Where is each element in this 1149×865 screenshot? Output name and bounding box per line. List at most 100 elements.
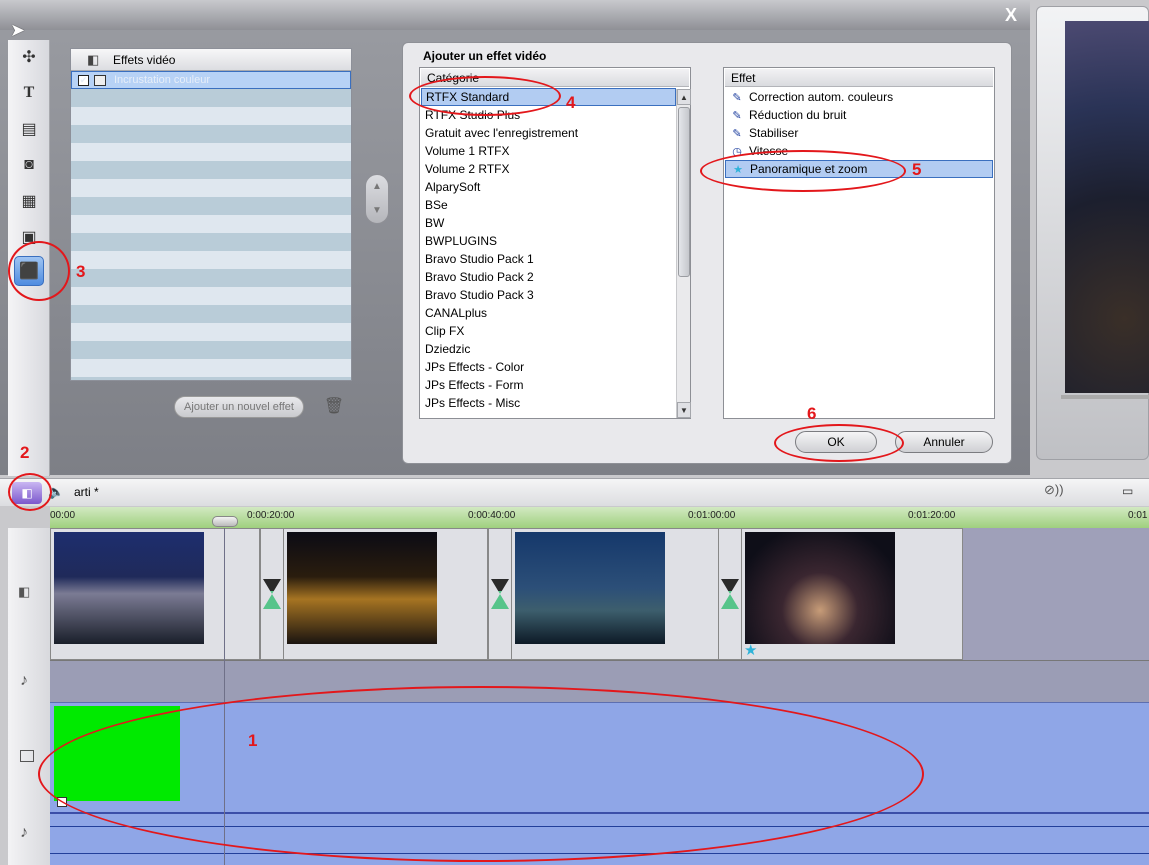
ruler-label: 0:01:00:00 — [688, 510, 736, 521]
category-item[interactable]: AlparySoft — [421, 178, 676, 196]
scroll-thumb[interactable] — [678, 107, 690, 277]
up-arrow-icon[interactable]: ▲ — [366, 175, 388, 199]
annotation-number: 1 — [248, 731, 258, 750]
video-clip[interactable] — [511, 528, 719, 660]
effect-item-label: Incrustation couleur — [114, 74, 210, 86]
annotation-number: 6 — [807, 404, 817, 423]
effect-item-label: Correction autom. couleurs — [749, 90, 894, 104]
category-list: RTFX Standard RTFX Studio Plus Gratuit ave… — [421, 88, 676, 412]
cancel-button[interactable]: Annuler — [895, 431, 993, 453]
effect-listbox: Effet ✎ Correction autom. couleurs ✎ Réduct… — [723, 67, 995, 419]
effect-item-label: Stabiliser — [749, 126, 799, 140]
project-name: arti * — [74, 485, 99, 499]
category-item[interactable]: BW — [421, 214, 676, 232]
category-item[interactable]: Clip FX — [421, 322, 676, 340]
category-item[interactable]: BWPLUGINS — [421, 232, 676, 250]
video-clip[interactable]: ★ — [741, 528, 963, 660]
annotation-number: 3 — [76, 262, 86, 281]
add-effect-button[interactable]: Ajouter un nouvel effet — [174, 396, 304, 418]
transition-icon — [263, 579, 281, 609]
overlay-track-header-icon[interactable] — [20, 750, 34, 762]
annotation-number: 4 — [566, 93, 576, 112]
annotation-number: 5 — [912, 160, 922, 179]
category-scrollbar[interactable]: ▲ ▼ — [676, 89, 691, 418]
clip-thumbnail — [515, 532, 665, 644]
category-item[interactable]: Volume 1 RTFX — [421, 142, 676, 160]
clip-thumbnail — [287, 532, 437, 644]
transition[interactable] — [718, 528, 742, 660]
transition[interactable] — [488, 528, 512, 660]
ruler-label: 0:00:20:00 — [247, 510, 295, 521]
storyboard-icon[interactable]: ▭ — [1122, 484, 1133, 498]
category-item[interactable]: Bravo Studio Pack 2 — [421, 268, 676, 286]
transition-icon — [721, 579, 739, 609]
wand-icon: ✎ — [732, 91, 742, 104]
wand-icon: ✎ — [732, 109, 742, 122]
effect-item[interactable]: ✎ Correction autom. couleurs — [725, 88, 993, 106]
close-button[interactable]: X — [998, 4, 1024, 26]
annotation-ellipse — [8, 473, 52, 511]
scroll-down-icon[interactable]: ▼ — [677, 402, 691, 418]
category-item[interactable]: Dziedzic — [421, 340, 676, 358]
ruler-label: 0:01:20:00 — [908, 510, 956, 521]
timeline-toolbar — [0, 478, 1149, 506]
menu-tool-icon[interactable]: ▤ — [14, 114, 44, 144]
video-effects-panel: ◧ Effets vidéo ✔ Incrustation couleur — [70, 48, 352, 381]
checkbox-icon[interactable]: ✔ — [78, 75, 89, 86]
preview-image — [1065, 21, 1149, 393]
effect-icon — [94, 75, 106, 86]
annotation-ellipse — [38, 686, 924, 862]
camera-tool-icon[interactable]: ◙ — [14, 150, 44, 180]
audio-track-header-icon[interactable]: ♪ — [20, 672, 28, 690]
music-track-header-icon[interactable]: ♪ — [20, 824, 28, 842]
mute-audio-icon[interactable]: ⊘)) — [1044, 482, 1064, 498]
category-item[interactable]: Gratuit avec l'enregistrement — [421, 124, 676, 142]
ruler-label: 0:01 — [1128, 510, 1148, 521]
camera-icon: ◧ — [87, 52, 100, 67]
trash-icon[interactable]: 🗑 — [322, 396, 346, 418]
editor-titlebar — [0, 0, 1030, 30]
annotation-ellipse — [774, 424, 904, 462]
effects-panel-title: Effets vidéo — [113, 53, 176, 67]
effects-panel-header: ◧ Effets vidéo — [71, 49, 351, 71]
dialog-title: Ajouter un effet vidéo — [423, 49, 547, 63]
ruler-label: 0:00:40:00 — [468, 510, 516, 521]
effect-item-label: Réduction du bruit — [749, 108, 847, 122]
ruler-label: 00:00 — [50, 510, 76, 521]
category-item[interactable]: BSe — [421, 196, 676, 214]
category-item[interactable]: Bravo Studio Pack 1 — [421, 250, 676, 268]
title-tool-icon[interactable]: T — [14, 78, 44, 108]
scroll-up-icon[interactable]: ▲ — [677, 89, 691, 105]
category-item[interactable]: Volume 2 RTFX — [421, 160, 676, 178]
category-item[interactable]: JPs Effects - Form — [421, 376, 676, 394]
preview-scrubber[interactable] — [1061, 395, 1149, 399]
effect-list-item[interactable]: ✔ Incrustation couleur — [71, 71, 351, 89]
category-item[interactable]: CANALplus — [421, 304, 676, 322]
clip-thumbnail — [745, 532, 895, 644]
effect-header: Effet — [725, 69, 993, 87]
mouse-cursor-icon: ➤ — [10, 20, 26, 40]
annotation-ellipse — [700, 150, 906, 192]
effect-item[interactable]: ✎ Stabiliser — [725, 124, 993, 142]
transition[interactable] — [260, 528, 284, 660]
transition-icon — [491, 579, 509, 609]
category-item[interactable]: JPs Effects - Color — [421, 358, 676, 376]
annotation-number: 2 — [20, 443, 30, 462]
playhead-handle[interactable] — [212, 516, 238, 527]
clapper-tool-icon[interactable]: ▦ — [14, 186, 44, 216]
clip-thumbnail — [54, 532, 204, 644]
category-item[interactable]: JPs Effects - Misc — [421, 394, 676, 412]
video-toolbox-icon[interactable]: ✣ — [14, 42, 44, 72]
reorder-arrows[interactable]: ▲ ▼ — [365, 174, 389, 224]
preview-player — [1036, 6, 1149, 460]
effect-item[interactable]: ✎ Réduction du bruit — [725, 106, 993, 124]
video-clip[interactable] — [50, 528, 260, 660]
wand-icon: ✎ — [732, 127, 742, 140]
category-item[interactable]: Bravo Studio Pack 3 — [421, 286, 676, 304]
video-track-header-icon[interactable]: ◧ — [18, 584, 30, 600]
effects-list — [71, 71, 351, 380]
star-effect-icon: ★ — [744, 642, 758, 659]
down-arrow-icon[interactable]: ▼ — [366, 199, 388, 223]
video-track: ★ — [50, 528, 1149, 660]
video-clip[interactable] — [283, 528, 488, 660]
